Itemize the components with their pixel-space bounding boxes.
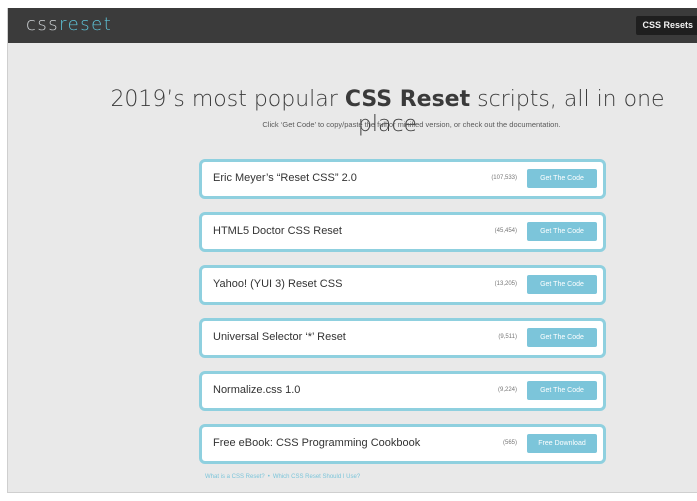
- css-resets-nav-button[interactable]: CSS Resets: [636, 16, 697, 35]
- download-count: (45,454): [494, 228, 517, 234]
- get-code-button[interactable]: Get The Code: [527, 275, 597, 294]
- download-count: (13,205): [494, 281, 517, 287]
- download-count: (9,511): [498, 334, 517, 340]
- download-count: (107,533): [491, 175, 517, 181]
- what-is-css-reset-link[interactable]: What is a CSS Reset?: [205, 474, 265, 480]
- logo-text-main: css: [26, 14, 60, 35]
- get-code-button[interactable]: Get The Code: [527, 222, 597, 241]
- reset-name: HTML5 Doctor CSS Reset: [213, 225, 342, 237]
- reset-card-eric-meyer: Eric Meyer’s “Reset CSS” 2.0 (107,533) G…: [199, 159, 606, 199]
- reset-card-html5-doctor: HTML5 Doctor CSS Reset (45,454) Get The …: [199, 212, 606, 252]
- free-download-button[interactable]: Free Download: [527, 434, 597, 453]
- headline-text-pre: 2019’s most popular: [110, 87, 345, 112]
- logo-text-accent: reset: [59, 14, 113, 35]
- reset-name: Normalize.css 1.0: [213, 384, 301, 396]
- reset-card-universal-selector: Universal Selector ‘*’ Reset (9,511) Get…: [199, 318, 606, 358]
- headline-text-bold: CSS Reset: [344, 87, 471, 112]
- ebook-name: Free eBook: CSS Programming Cookbook: [213, 437, 421, 449]
- download-count: (565): [502, 440, 517, 446]
- get-code-button[interactable]: Get The Code: [527, 381, 597, 400]
- download-count: (9,224): [497, 387, 517, 393]
- reset-name: Eric Meyer’s “Reset CSS” 2.0: [213, 172, 357, 184]
- reset-name: Yahoo! (YUI 3) Reset CSS: [213, 278, 343, 290]
- get-code-button[interactable]: Get The Code: [527, 169, 597, 188]
- reset-card-normalize: Normalize.css 1.0 (9,224) Get The Code: [199, 371, 606, 411]
- footer-separator: •: [267, 474, 270, 480]
- footer-links: What is a CSS Reset? • Which CSS Reset Sho…: [205, 474, 360, 480]
- get-code-button[interactable]: Get The Code: [527, 328, 597, 347]
- reset-name: Universal Selector ‘*’ Reset: [213, 331, 346, 343]
- page-subheadline: Click ‘Get Code’ to copy/paste the full …: [262, 120, 561, 129]
- reset-list: Eric Meyer’s “Reset CSS” 2.0 (107,533) G…: [199, 159, 606, 477]
- page-headline: 2019’s most popular CSS Reset scripts, a…: [8, 87, 697, 137]
- browser-viewport: cssreset CSS Resets 2019’s most popular …: [7, 8, 697, 493]
- top-navigation-bar: cssreset CSS Resets: [8, 8, 697, 43]
- which-css-reset-link[interactable]: Which CSS Reset Should I Use?: [273, 474, 360, 480]
- site-logo[interactable]: cssreset: [26, 14, 112, 35]
- reset-card-yahoo-yui3: Yahoo! (YUI 3) Reset CSS (13,205) Get Th…: [199, 265, 606, 305]
- ebook-card: Free eBook: CSS Programming Cookbook (56…: [199, 424, 606, 464]
